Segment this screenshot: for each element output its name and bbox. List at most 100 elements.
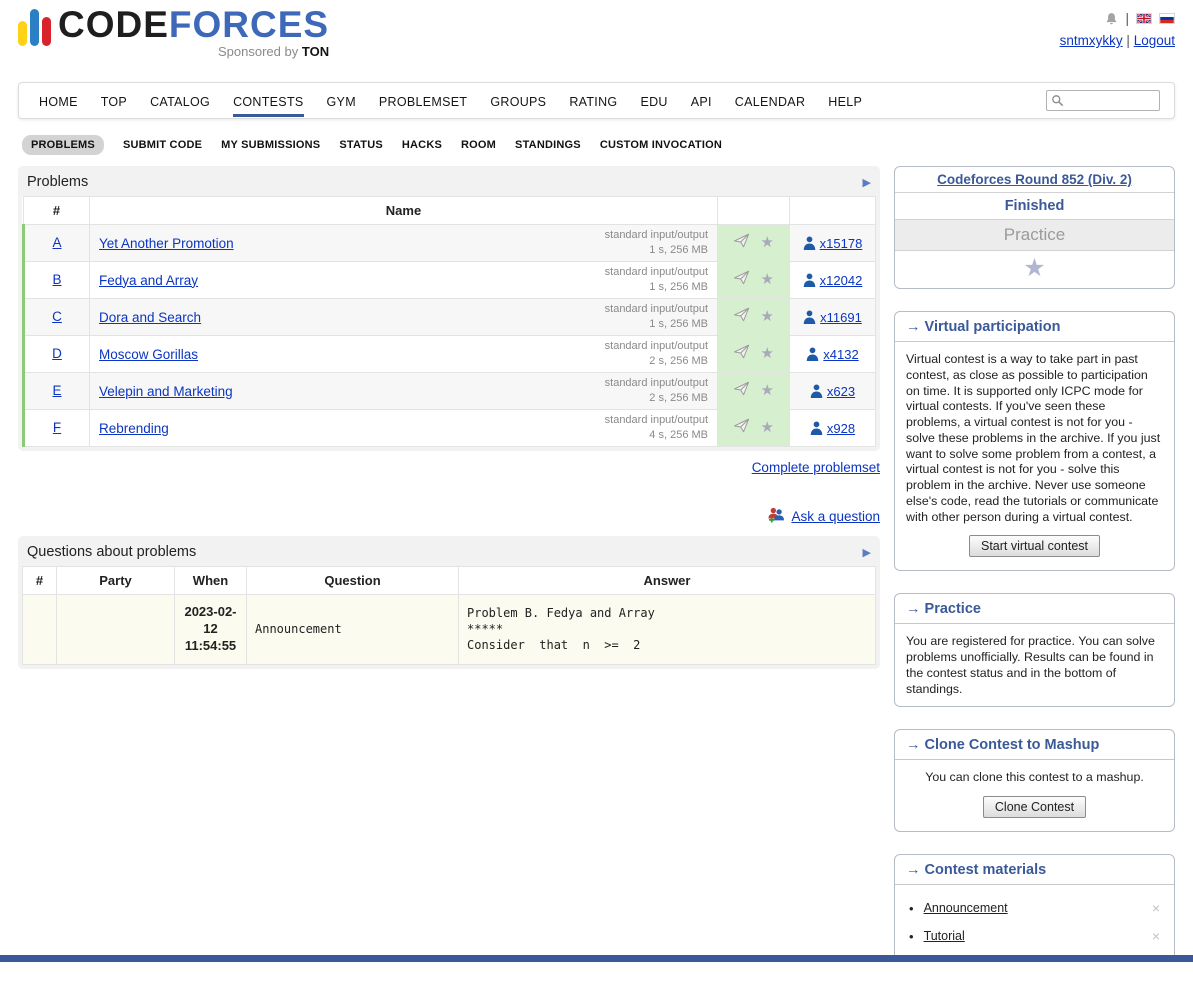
problem-name-link[interactable]: Velepin and Marketing: [99, 384, 233, 399]
problems-header-row: # Name: [24, 197, 876, 225]
subnav-problems[interactable]: PROBLEMS: [22, 135, 104, 155]
nav-catalog[interactable]: CATALOG: [150, 85, 210, 117]
favorite-star-icon[interactable]: ★: [761, 419, 774, 436]
problems-title-label: Problems: [27, 174, 88, 190]
nav-contests[interactable]: CONTESTS: [233, 85, 303, 117]
subnav-standings[interactable]: STANDINGS: [515, 139, 581, 151]
problem-index-link[interactable]: F: [53, 420, 61, 435]
problem-limits: standard input/output 1 s, 256 MB: [605, 265, 708, 295]
panel-expand-arrow-icon[interactable]: ▶: [863, 176, 871, 189]
username-link[interactable]: sntmxykky: [1060, 33, 1123, 48]
submit-paper-plane-icon[interactable]: [733, 418, 750, 438]
contest-title-link[interactable]: Codeforces Round 852 (Div. 2): [937, 172, 1132, 187]
clone-contest-button[interactable]: Clone Contest: [983, 796, 1086, 818]
ask-question-link[interactable]: Ask a question: [791, 509, 880, 524]
submit-paper-plane-icon[interactable]: [733, 381, 750, 401]
problems-header-name: Name: [90, 197, 718, 225]
clone-contest-title: → Clone Contest to Mashup: [895, 730, 1174, 760]
complete-problemset-link[interactable]: Complete problemset: [752, 460, 880, 475]
language-english-flag-icon[interactable]: [1136, 13, 1152, 24]
problem-name-link[interactable]: Moscow Gorillas: [99, 347, 198, 362]
content: Problems ▶ # Name A: [18, 166, 1175, 983]
problems-header-index: #: [24, 197, 90, 225]
problem-index-link[interactable]: E: [52, 383, 61, 398]
nav-groups[interactable]: GROUPS: [490, 85, 546, 117]
subnav-hacks[interactable]: HACKS: [402, 139, 442, 151]
contest-favorite-star-icon[interactable]: ★: [1023, 254, 1045, 282]
clone-contest-box: → Clone Contest to Mashup You can clone …: [894, 729, 1175, 832]
problem-row: C Dora and Search standard input/output …: [24, 299, 876, 336]
submit-paper-plane-icon[interactable]: [733, 344, 750, 364]
subnav-room[interactable]: ROOM: [461, 139, 496, 151]
language-russian-flag-icon[interactable]: [1159, 13, 1175, 24]
nav-calendar[interactable]: CALENDAR: [735, 85, 805, 117]
virtual-participation-text: Virtual contest is a way to take part in…: [895, 342, 1174, 534]
favorite-star-icon[interactable]: ★: [761, 271, 774, 288]
practice-title: → Practice: [895, 594, 1174, 624]
nav-home[interactable]: HOME: [39, 85, 78, 117]
subnav-custom-invocation[interactable]: CUSTOM INVOCATION: [600, 139, 722, 151]
main-nav: HOME TOP CATALOG CONTESTS GYM PROBLEMSET…: [18, 82, 1175, 119]
solved-count-link[interactable]: x928: [827, 421, 855, 436]
problem-limits: standard input/output 2 s, 256 MB: [605, 339, 708, 369]
problem-name-link[interactable]: Fedya and Array: [99, 273, 198, 288]
submit-paper-plane-icon[interactable]: [733, 307, 750, 327]
nav-rating[interactable]: RATING: [569, 85, 617, 117]
nav-gym[interactable]: GYM: [327, 85, 356, 117]
contest-star-row: ★: [895, 251, 1174, 288]
start-virtual-contest-button[interactable]: Start virtual contest: [969, 535, 1100, 557]
subnav-my-submissions[interactable]: MY SUBMISSIONS: [221, 139, 320, 151]
solved-count-link[interactable]: x623: [827, 384, 855, 399]
logo-bars-icon: [18, 9, 51, 59]
question-index: [23, 595, 57, 665]
nav-api[interactable]: API: [691, 85, 712, 117]
solved-count-link[interactable]: x15178: [820, 236, 863, 251]
virtual-participation-box: → Virtual participation Virtual contest …: [894, 311, 1175, 571]
favorite-star-icon[interactable]: ★: [761, 345, 774, 362]
nav-problemset[interactable]: PROBLEMSET: [379, 85, 467, 117]
practice-text: You are registered for practice. You can…: [895, 624, 1174, 706]
material-announcement-link[interactable]: Announcement: [924, 901, 1008, 915]
problem-name-link[interactable]: Rebrending: [99, 421, 169, 436]
problem-row: D Moscow Gorillas standard input/output …: [24, 336, 876, 373]
solved-person-icon: [806, 347, 819, 361]
problem-name-link[interactable]: Dora and Search: [99, 310, 201, 325]
problem-name-link[interactable]: Yet Another Promotion: [99, 236, 234, 251]
logo-text-forces: FORCES: [169, 4, 329, 45]
favorite-star-icon[interactable]: ★: [761, 234, 774, 251]
material-item: Announcement ×: [907, 894, 1162, 922]
problem-row: A Yet Another Promotion standard input/o…: [24, 225, 876, 262]
subnav-submit-code[interactable]: SUBMIT CODE: [123, 139, 202, 151]
nav-help[interactable]: HELP: [828, 85, 862, 117]
solved-count-link[interactable]: x4132: [823, 347, 858, 362]
material-tutorial-link[interactable]: Tutorial: [924, 929, 965, 943]
questions-panel: Questions about problems ▶ # Party When …: [18, 536, 880, 669]
problem-index-link[interactable]: B: [52, 272, 61, 287]
nav-top[interactable]: TOP: [101, 85, 127, 117]
problem-index-link[interactable]: A: [52, 235, 61, 250]
problem-index-link[interactable]: C: [52, 309, 62, 324]
codeforces-logo[interactable]: CODEFORCES Sponsored by TON: [18, 6, 329, 59]
complete-problemset-row: Complete problemset: [18, 460, 880, 475]
nav-edu[interactable]: EDU: [640, 85, 667, 117]
contest-title-row: Codeforces Round 852 (Div. 2): [895, 167, 1174, 193]
solved-person-icon: [810, 384, 823, 398]
panel-expand-arrow-icon[interactable]: ▶: [863, 546, 871, 559]
submit-paper-plane-icon[interactable]: [733, 270, 750, 290]
contest-status: Finished: [895, 193, 1174, 220]
notification-bell-icon[interactable]: [1105, 12, 1118, 26]
favorite-star-icon[interactable]: ★: [761, 382, 774, 399]
header-separator: |: [1125, 11, 1129, 26]
close-icon[interactable]: ×: [1152, 928, 1160, 944]
problem-index-link[interactable]: D: [52, 346, 62, 361]
logout-link[interactable]: Logout: [1134, 33, 1175, 48]
subnav-status[interactable]: STATUS: [339, 139, 383, 151]
questions-panel-title: Questions about problems ▶: [22, 540, 876, 566]
submit-paper-plane-icon[interactable]: [733, 233, 750, 253]
close-icon[interactable]: ×: [1152, 900, 1160, 916]
solved-count-link[interactable]: x11691: [820, 310, 862, 325]
favorite-star-icon[interactable]: ★: [761, 308, 774, 325]
question-answer: Problem B. Fedya and Array ***** Conside…: [459, 595, 876, 665]
solved-person-icon: [803, 273, 816, 287]
solved-count-link[interactable]: x12042: [820, 273, 863, 288]
